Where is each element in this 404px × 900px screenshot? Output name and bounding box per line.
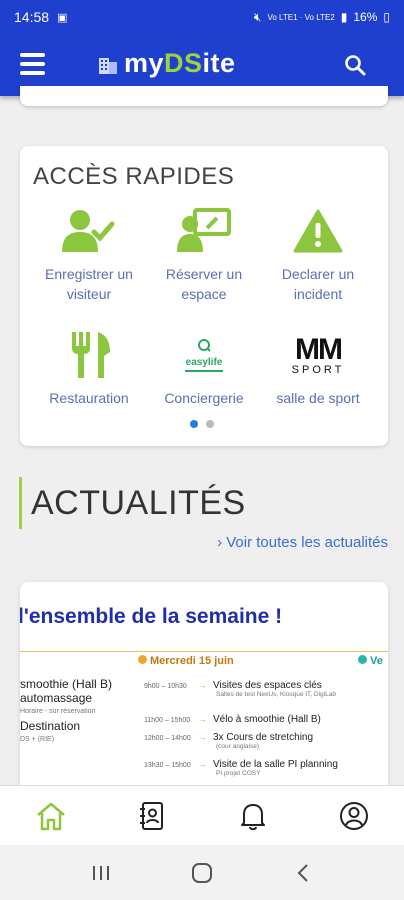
- news-card-row: 13h30 – 15h00 → Visite de la salle PI plan…: [144, 759, 338, 777]
- status-bar: 14:58 ▣ 🔇︎ Vo LTE1 · Vo LTE2 ▮ 16% ▯: [0, 0, 404, 34]
- news-card[interactable]: l'ensemble de la semaine ! Mercredi 15 j…: [20, 582, 388, 792]
- news-card-day: Mercredi 15 juin: [138, 655, 234, 667]
- system-navigation-bar: [0, 845, 404, 900]
- nav-profile[interactable]: [303, 786, 404, 845]
- battery-label: 16%: [353, 10, 378, 24]
- news-card-left-column: smoothie (Hall B) automassage Horaire - …: [20, 677, 113, 743]
- menu-icon-bar: [20, 53, 45, 57]
- logo-text-ds: DS: [164, 48, 203, 78]
- carousel-indicator: [190, 420, 214, 428]
- building-icon: [99, 57, 117, 74]
- news-accent-bar: [19, 477, 22, 529]
- news-card-row: 12h00 – 14h00 → 3x Cours de stretching (co…: [144, 732, 314, 750]
- logo-text-ite: ite: [202, 48, 236, 78]
- bottom-navigation: [0, 785, 404, 845]
- recent-apps-button[interactable]: [81, 853, 121, 893]
- tile-book-space[interactable]: Réserver un espace: [149, 206, 259, 304]
- app-logo: my DS ite: [96, 48, 236, 79]
- previous-card-edge: [20, 86, 388, 106]
- tile-register-visitor[interactable]: Enregistrer un visiteur: [34, 206, 144, 304]
- tile-gym[interactable]: MM SPORT salle de sport: [263, 330, 373, 408]
- nav-contacts[interactable]: [101, 786, 202, 845]
- warning-icon: [293, 209, 343, 253]
- home-square-icon: [191, 862, 212, 883]
- user-check-icon: [62, 210, 115, 252]
- signal-icon: ▮: [340, 10, 348, 24]
- nav-home[interactable]: [0, 786, 101, 845]
- tile-label: Réserver un espace: [165, 266, 243, 302]
- tile-label: Restauration: [49, 390, 129, 406]
- home-icon: [36, 802, 65, 830]
- nav-notifications[interactable]: [202, 786, 303, 845]
- news-card-divider: [20, 651, 388, 652]
- leaf-icon: [198, 339, 211, 352]
- news-card-next-day: Ve: [358, 655, 383, 667]
- battery-icon: ▯: [383, 10, 390, 24]
- signal-text: Vo LTE1 · Vo LTE2: [267, 12, 335, 22]
- search-icon[interactable]: [344, 54, 366, 76]
- easylife-logo: easylife: [149, 330, 259, 380]
- tile-label: Declarer un incident: [281, 266, 355, 302]
- tile-label: Enregistrer un visiteur: [45, 266, 133, 302]
- recent-apps-icon: [92, 865, 109, 880]
- tile-restaurant[interactable]: Restauration: [34, 330, 144, 408]
- logo-text-my: my: [124, 48, 165, 78]
- back-button[interactable]: [283, 853, 323, 893]
- status-time: 14:58: [14, 9, 50, 25]
- mm-sport-logo: MM SPORT: [291, 332, 345, 376]
- menu-icon-bar: [20, 62, 45, 66]
- news-card-row: 9h00 – 10h30 → Visites des espaces clés Sa…: [144, 680, 336, 698]
- home-system-button[interactable]: [182, 853, 222, 893]
- quick-access-card: ACCÈS RAPIDES Enregistrer un visiteur Rés…: [20, 146, 388, 446]
- tile-label: salle de sport: [276, 390, 360, 406]
- notification-icon: ▣: [57, 11, 68, 24]
- carousel-dot-2[interactable]: [206, 420, 214, 428]
- see-all-news-link[interactable]: › Voir toutes les actualités: [217, 534, 388, 551]
- news-card-headline: l'ensemble de la semaine !: [20, 605, 283, 628]
- menu-icon-bar: [20, 71, 45, 75]
- contact-book-icon: [139, 801, 163, 830]
- tile-report-incident[interactable]: Declarer un incident: [263, 206, 373, 304]
- mute-icon: 🔇︎: [253, 9, 262, 24]
- back-chevron-icon: [297, 863, 309, 882]
- bell-icon: [240, 803, 265, 830]
- status-indicators: 🔇︎ Vo LTE1 · Vo LTE2 ▮ 16% ▯: [254, 10, 390, 25]
- profile-icon: [339, 801, 368, 830]
- tile-concierge[interactable]: easylife Conciergerie: [149, 330, 259, 408]
- menu-button[interactable]: [20, 53, 45, 75]
- tile-label: Conciergerie: [164, 390, 244, 406]
- fork-knife-icon: [72, 332, 110, 378]
- quick-access-title: ACCÈS RAPIDES: [33, 163, 235, 190]
- carousel-dot-1[interactable]: [190, 420, 198, 428]
- news-card-row: 11h00 – 15h00 → Vélo à smoothie (Hall B): [144, 714, 321, 725]
- news-title: ACTUALITÉS: [31, 484, 246, 522]
- presentation-board-icon: [177, 208, 231, 252]
